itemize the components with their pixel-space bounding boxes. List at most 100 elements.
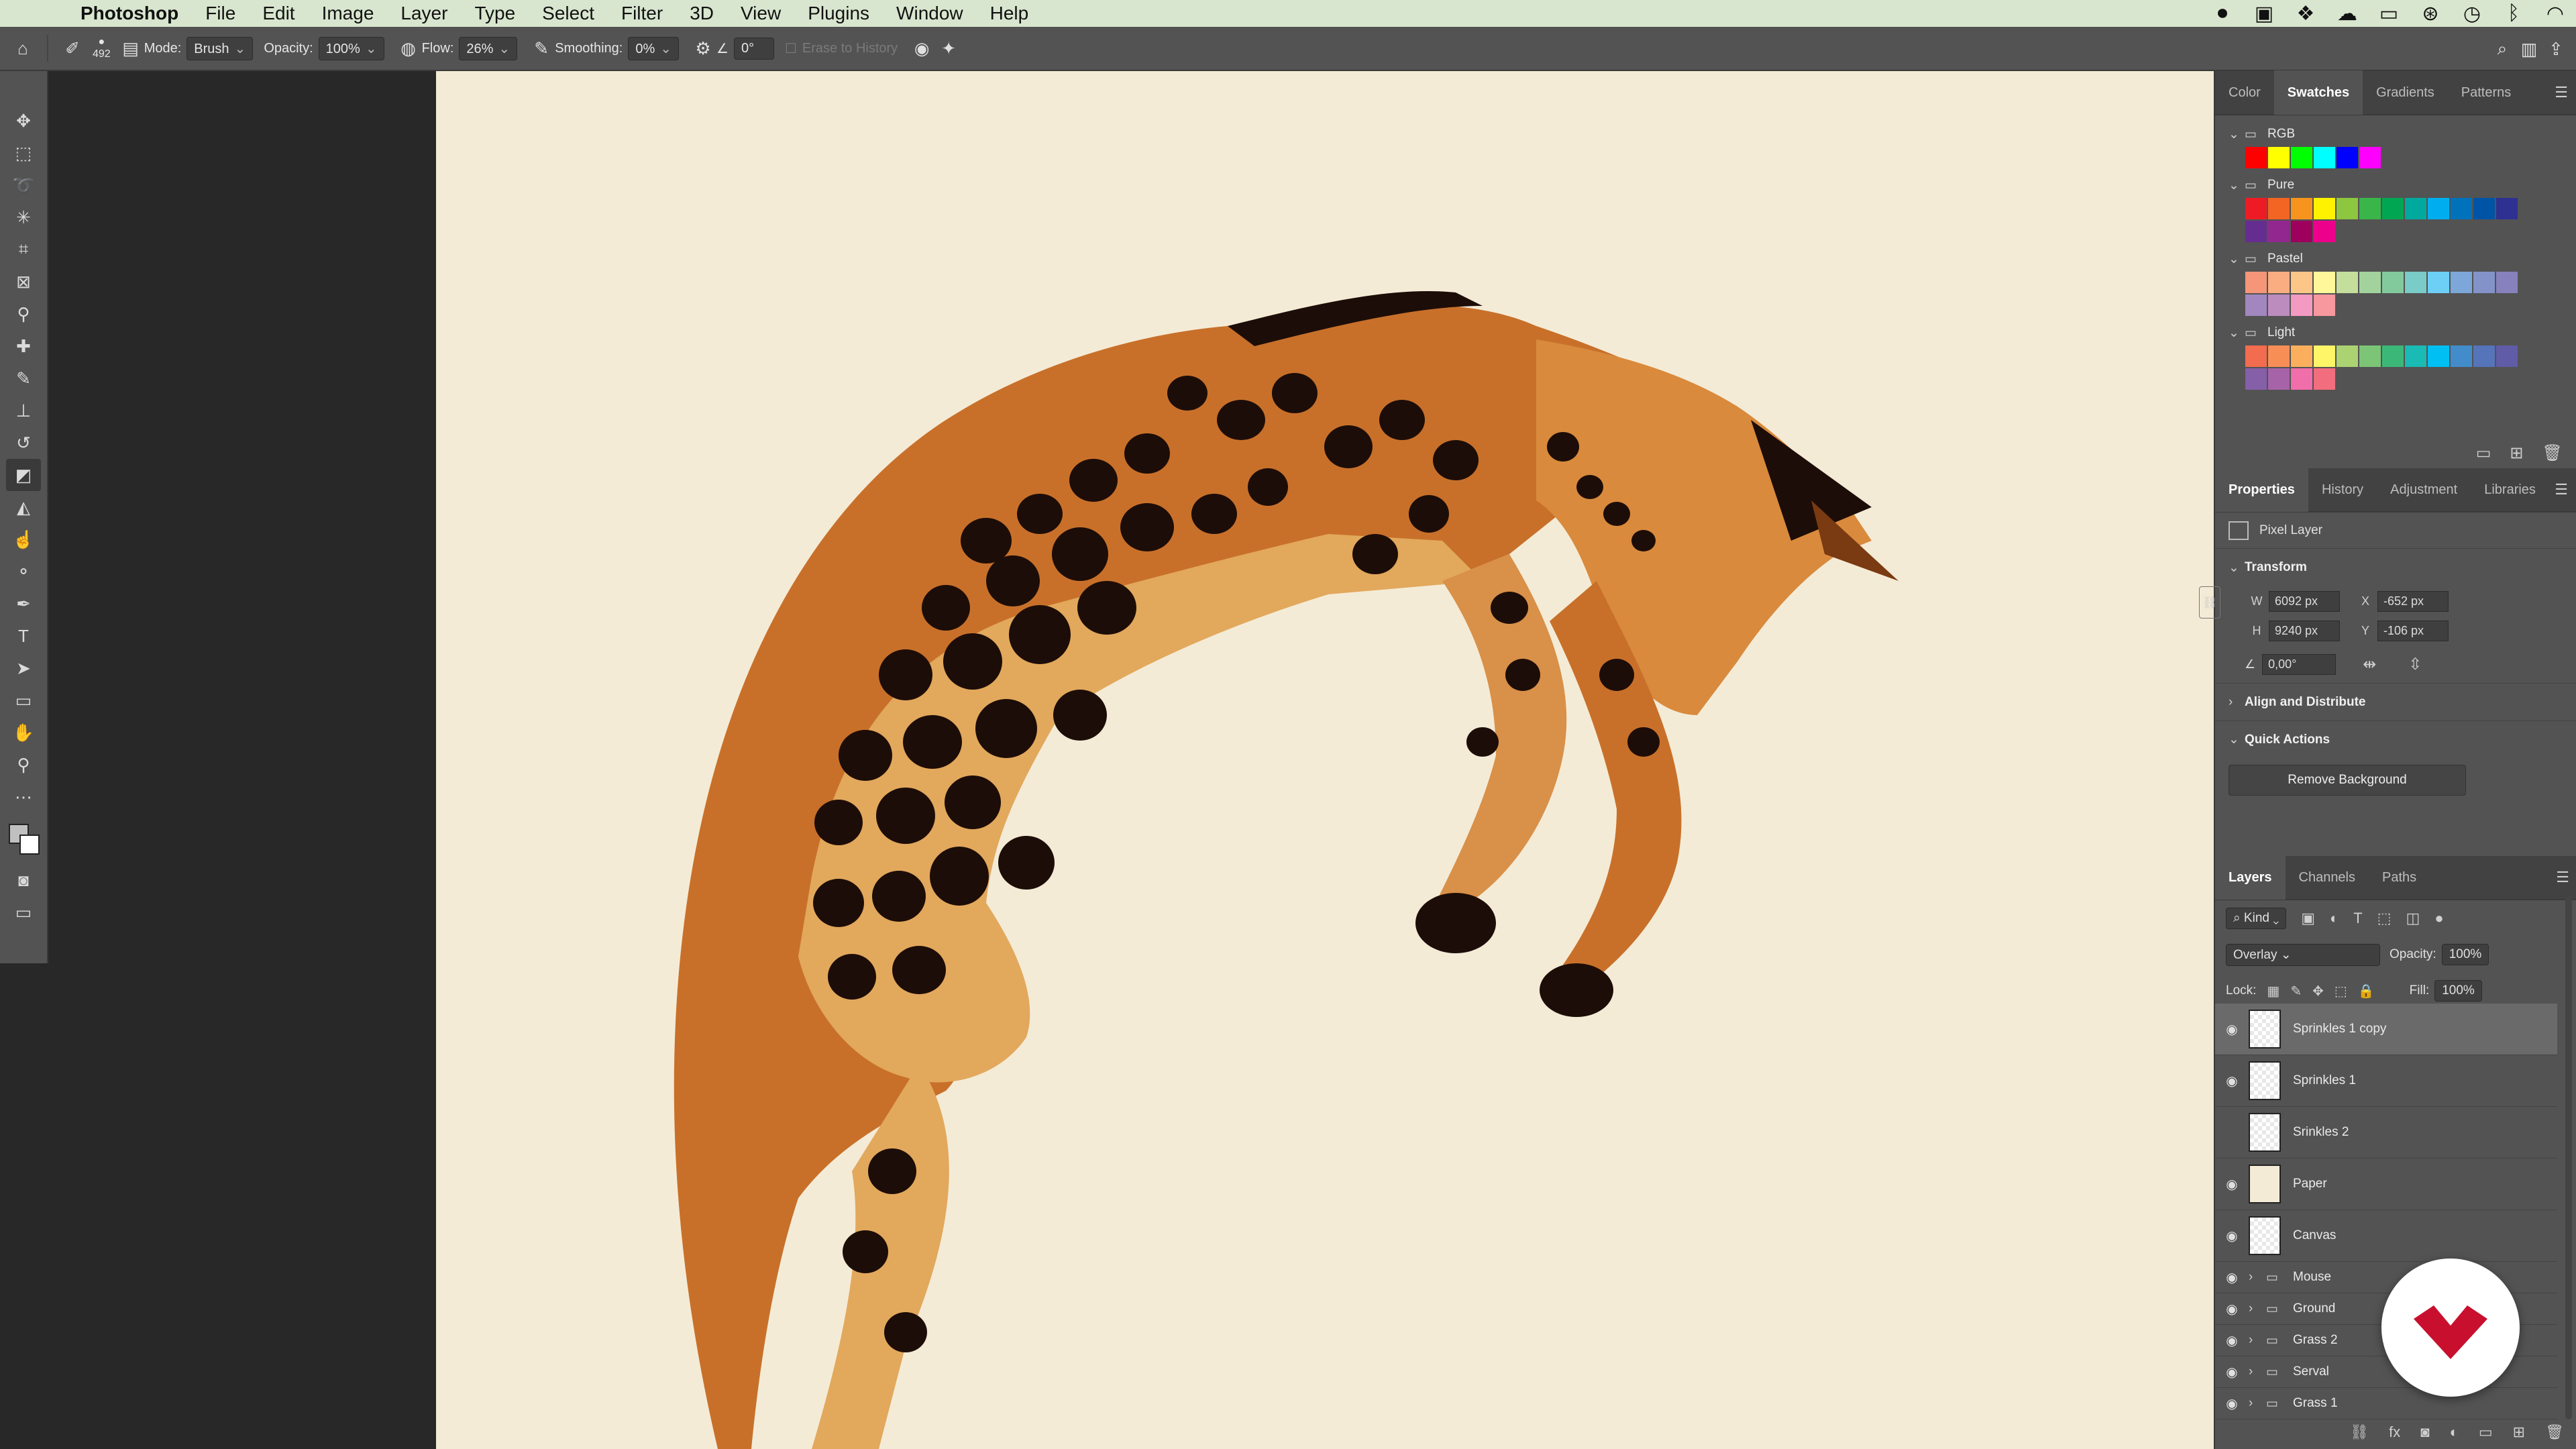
- color-swatches[interactable]: [5, 820, 42, 857]
- lasso-tool-icon[interactable]: ➰: [6, 169, 41, 201]
- erase-history-checkbox[interactable]: ☐ Erase to History: [785, 40, 898, 57]
- swatch-chip[interactable]: [2291, 345, 2312, 367]
- tab-adjustment[interactable]: Adjustment: [2377, 468, 2471, 512]
- rectangle-tool-icon[interactable]: ▭: [6, 684, 41, 716]
- layer-row[interactable]: ◉ Paper: [2215, 1159, 2557, 1210]
- panel-menu-icon[interactable]: ☰: [2555, 84, 2568, 101]
- home-icon[interactable]: ⌂: [9, 35, 36, 62]
- chevron-right-icon[interactable]: ›: [2249, 1270, 2266, 1285]
- menu-edit[interactable]: Edit: [249, 3, 308, 24]
- swatch-chip[interactable]: [2473, 198, 2495, 219]
- remove-background-button[interactable]: Remove Background: [2229, 765, 2466, 796]
- swatch-group-header[interactable]: ⌄ ▭ Light: [2229, 321, 2576, 345]
- dodge-tool-icon[interactable]: ⚬: [6, 555, 41, 588]
- swatch-chip[interactable]: [2291, 147, 2312, 168]
- swatch-chip[interactable]: [2451, 198, 2472, 219]
- visibility-eye-icon[interactable]: ◉: [2215, 1395, 2249, 1412]
- visibility-eye-icon[interactable]: ◉: [2215, 1364, 2249, 1381]
- layer-row[interactable]: ◉ Sprinkles 1: [2215, 1055, 2557, 1107]
- x-input[interactable]: -652 px: [2377, 590, 2449, 612]
- swatch-chip[interactable]: [2428, 198, 2449, 219]
- swatch-chip[interactable]: [2314, 198, 2335, 219]
- layer-row[interactable]: ◉ Sprinkles 1 copy: [2215, 1004, 2557, 1055]
- mode-select[interactable]: Brush: [186, 36, 254, 60]
- swatch-chip[interactable]: [2382, 198, 2404, 219]
- swatch-chip[interactable]: [2405, 272, 2426, 293]
- layer-row[interactable]: ◉ Canvas: [2215, 1210, 2557, 1262]
- add-mask-icon[interactable]: ◙: [2420, 1424, 2429, 1441]
- pen-tool-icon[interactable]: ✒: [6, 588, 41, 620]
- eraser-tool-preset-icon[interactable]: ✐: [59, 35, 86, 62]
- pressure-size-icon[interactable]: ◉: [908, 35, 935, 62]
- brush-settings-icon[interactable]: ▤: [117, 35, 144, 62]
- chevron-right-icon[interactable]: ›: [2249, 1301, 2266, 1316]
- filter-adjustment-icon[interactable]: ◐: [2330, 910, 2339, 927]
- menu-type[interactable]: Type: [461, 3, 529, 24]
- history-brush-tool-icon[interactable]: ↺: [6, 427, 41, 459]
- dropbox-icon[interactable]: ❖: [2285, 2, 2326, 25]
- swatch-chip[interactable]: [2245, 221, 2267, 242]
- smudge-tool-icon[interactable]: ☝: [6, 523, 41, 555]
- smoothing-input[interactable]: 0%: [628, 36, 680, 60]
- menu-layer[interactable]: Layer: [387, 3, 461, 24]
- new-group-icon[interactable]: ▭: [2476, 443, 2491, 463]
- lock-image-icon[interactable]: ✎: [2290, 983, 2302, 1000]
- clone-stamp-tool-icon[interactable]: ⊥: [6, 394, 41, 427]
- visibility-eye-icon[interactable]: ◉: [2215, 1021, 2249, 1038]
- wifi-icon[interactable]: ◠: [2534, 2, 2576, 25]
- flip-horizontal-icon[interactable]: ⇹: [2363, 655, 2376, 674]
- chevron-right-icon[interactable]: ›: [2249, 1396, 2266, 1411]
- brush-preset-picker[interactable]: ● 492: [93, 36, 111, 60]
- menu-view[interactable]: View: [727, 3, 794, 24]
- path-selection-tool-icon[interactable]: ➤: [6, 652, 41, 684]
- swatch-chip[interactable]: [2405, 345, 2426, 367]
- tab-history[interactable]: History: [2308, 468, 2377, 512]
- swatch-chip[interactable]: [2473, 345, 2495, 367]
- swatch-chip[interactable]: [2337, 147, 2358, 168]
- layers-scrollbar[interactable]: [2565, 896, 2572, 1419]
- menu-filter[interactable]: Filter: [608, 3, 676, 24]
- tab-paths[interactable]: Paths: [2369, 855, 2430, 900]
- display-icon[interactable]: ▣: [2243, 2, 2285, 25]
- flow-input[interactable]: 26%: [459, 36, 518, 60]
- swatch-chip[interactable]: [2337, 198, 2358, 219]
- swatch-chip[interactable]: [2314, 147, 2335, 168]
- menu-3d[interactable]: 3D: [676, 3, 727, 24]
- width-input[interactable]: 6092 px: [2269, 590, 2340, 612]
- menu-file[interactable]: File: [192, 3, 249, 24]
- swatch-chip[interactable]: [2428, 272, 2449, 293]
- opacity-input[interactable]: 100%: [318, 36, 384, 60]
- swatch-chip[interactable]: [2428, 345, 2449, 367]
- swatch-chip[interactable]: [2314, 345, 2335, 367]
- screen-mode-icon[interactable]: ▭: [6, 896, 41, 928]
- swatch-chip[interactable]: [2382, 272, 2404, 293]
- layer-fill-input[interactable]: 100%: [2434, 980, 2482, 1002]
- filter-shape-icon[interactable]: ⬚: [2377, 910, 2392, 927]
- swatch-chip[interactable]: [2314, 368, 2335, 390]
- quick-mask-icon[interactable]: ◙: [6, 864, 41, 896]
- swatch-chip[interactable]: [2359, 345, 2381, 367]
- airbrush-icon[interactable]: ✎: [528, 35, 555, 62]
- visibility-eye-icon[interactable]: ◉: [2215, 1124, 2249, 1141]
- swatch-group-header[interactable]: ⌄ ▭ RGB: [2229, 122, 2576, 146]
- chevron-right-icon[interactable]: ›: [2249, 1333, 2266, 1348]
- swatch-chip[interactable]: [2245, 198, 2267, 219]
- angle-input[interactable]: 0°: [733, 37, 774, 60]
- swatch-chip[interactable]: [2359, 272, 2381, 293]
- swatch-chip[interactable]: [2291, 198, 2312, 219]
- share-icon[interactable]: ⇪: [2542, 36, 2569, 62]
- swatch-chip[interactable]: [2268, 272, 2290, 293]
- layer-row[interactable]: ◉ Srinkles 2: [2215, 1107, 2557, 1159]
- panel-menu-icon[interactable]: ☰: [2555, 481, 2568, 498]
- swatch-chip[interactable]: [2451, 272, 2472, 293]
- swatch-chip[interactable]: [2291, 294, 2312, 316]
- frame-tool-icon[interactable]: ⊠: [6, 266, 41, 298]
- time-machine-icon[interactable]: ◷: [2451, 2, 2493, 25]
- swatch-group-header[interactable]: ⌄ ▭ Pastel: [2229, 247, 2576, 271]
- zoom-tool-icon[interactable]: ⚲: [6, 749, 41, 781]
- swatch-chip[interactable]: [2496, 198, 2518, 219]
- tab-patterns[interactable]: Patterns: [2448, 70, 2524, 115]
- flip-vertical-icon[interactable]: ⇳: [2408, 655, 2422, 674]
- move-tool-icon[interactable]: ✥: [6, 105, 41, 137]
- gear-icon[interactable]: ⚙: [690, 35, 716, 62]
